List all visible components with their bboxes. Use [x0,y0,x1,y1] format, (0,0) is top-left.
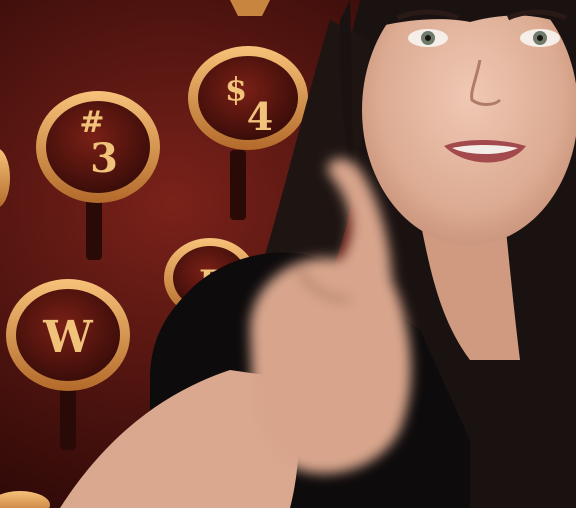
key-w-letter: W [42,312,93,363]
key-4: $ 4 [188,46,308,150]
key-4-symbol: $ [225,70,247,108]
key-4-number: 4 [247,94,273,139]
key-3: # 3 [36,91,160,203]
key-w: W [6,279,130,391]
key-3-number: 3 [90,135,118,182]
scene-illustration: # 3 $ 4 W E [0,0,576,508]
video-frame: # 3 $ 4 W E [0,0,576,508]
